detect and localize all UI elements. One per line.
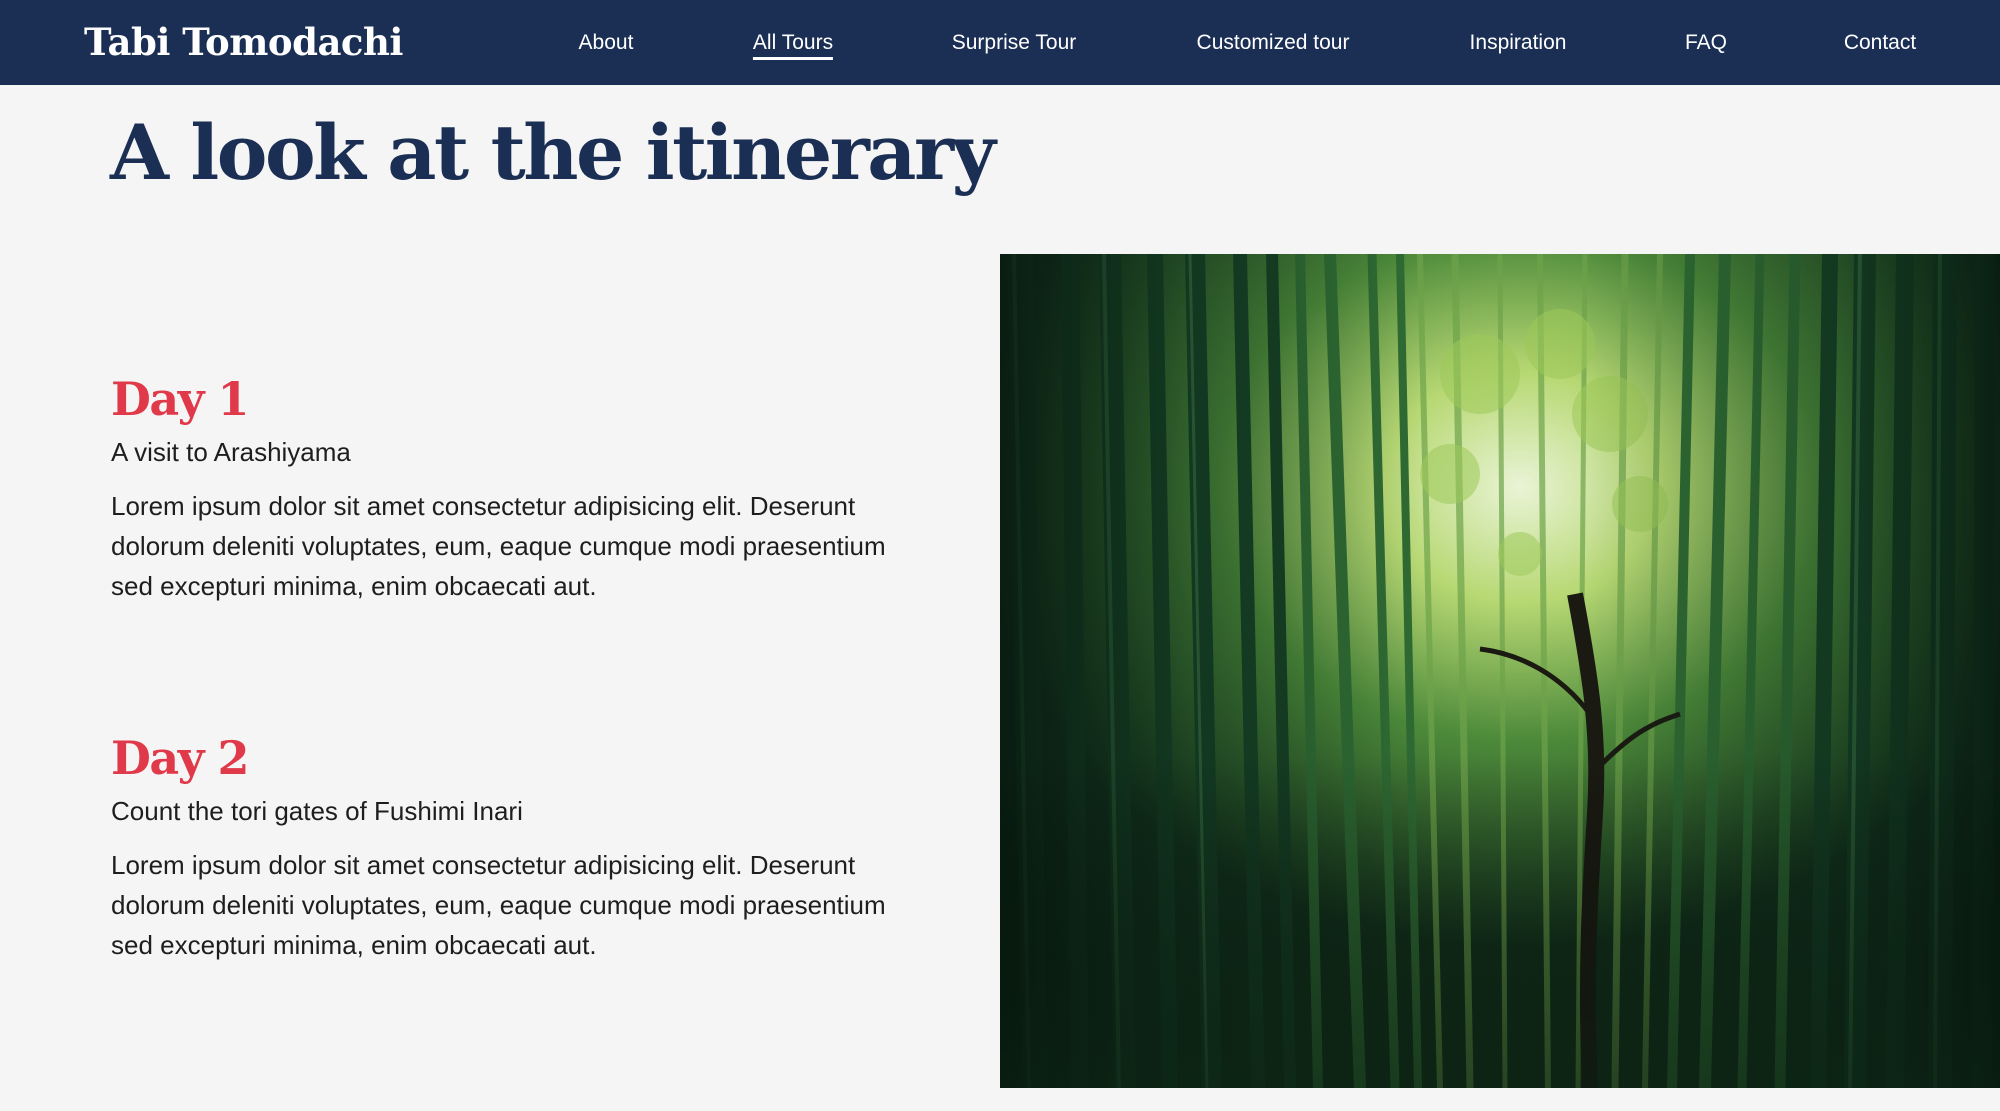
bamboo-forest-photo <box>1000 254 2000 1088</box>
day-heading: Day 1 <box>111 372 249 426</box>
brand-logo[interactable]: Tabi Tomodachi <box>84 0 403 85</box>
nav-link-label: Surprise Tour <box>951 31 1077 54</box>
itinerary-day: Day 1 A visit to Arashiyama Lorem ipsum … <box>111 368 901 606</box>
nav-link-label: Contact <box>1843 31 1917 54</box>
top-navbar: Tabi Tomodachi About All Tours Surprise … <box>0 0 2000 85</box>
day-heading: Day 2 <box>111 731 249 785</box>
nav-link-label: Customized tour <box>1196 31 1350 54</box>
nav-link-label: All Tours <box>752 31 834 54</box>
page-title: A look at the itinerary <box>110 108 996 197</box>
day-description: Lorem ipsum dolor sit amet consectetur a… <box>111 850 886 960</box>
day-subtitle: A visit to Arashiyama <box>111 437 351 467</box>
active-nav-underline <box>752 57 834 60</box>
nav-link-about[interactable]: About <box>579 0 634 85</box>
bamboo-forest-illustration <box>1000 254 2000 1088</box>
nav-link-contact[interactable]: Contact <box>1844 0 1916 85</box>
nav-link-label: About <box>578 31 634 54</box>
nav-link-label: Inspiration <box>1469 31 1567 54</box>
nav-link-label: FAQ <box>1684 31 1728 54</box>
nav-link-surprise-tour[interactable]: Surprise Tour <box>952 0 1077 85</box>
day-description: Lorem ipsum dolor sit amet consectetur a… <box>111 491 886 601</box>
itinerary-day: Day 2 Count the tori gates of Fushimi In… <box>111 727 901 965</box>
nav-link-all-tours[interactable]: All Tours <box>752 0 834 85</box>
nav-link-faq[interactable]: FAQ <box>1685 0 1727 85</box>
nav-link-inspiration[interactable]: Inspiration <box>1470 0 1567 85</box>
day-subtitle: Count the tori gates of Fushimi Inari <box>111 796 523 826</box>
nav-link-customized-tour[interactable]: Customized tour <box>1197 0 1350 85</box>
